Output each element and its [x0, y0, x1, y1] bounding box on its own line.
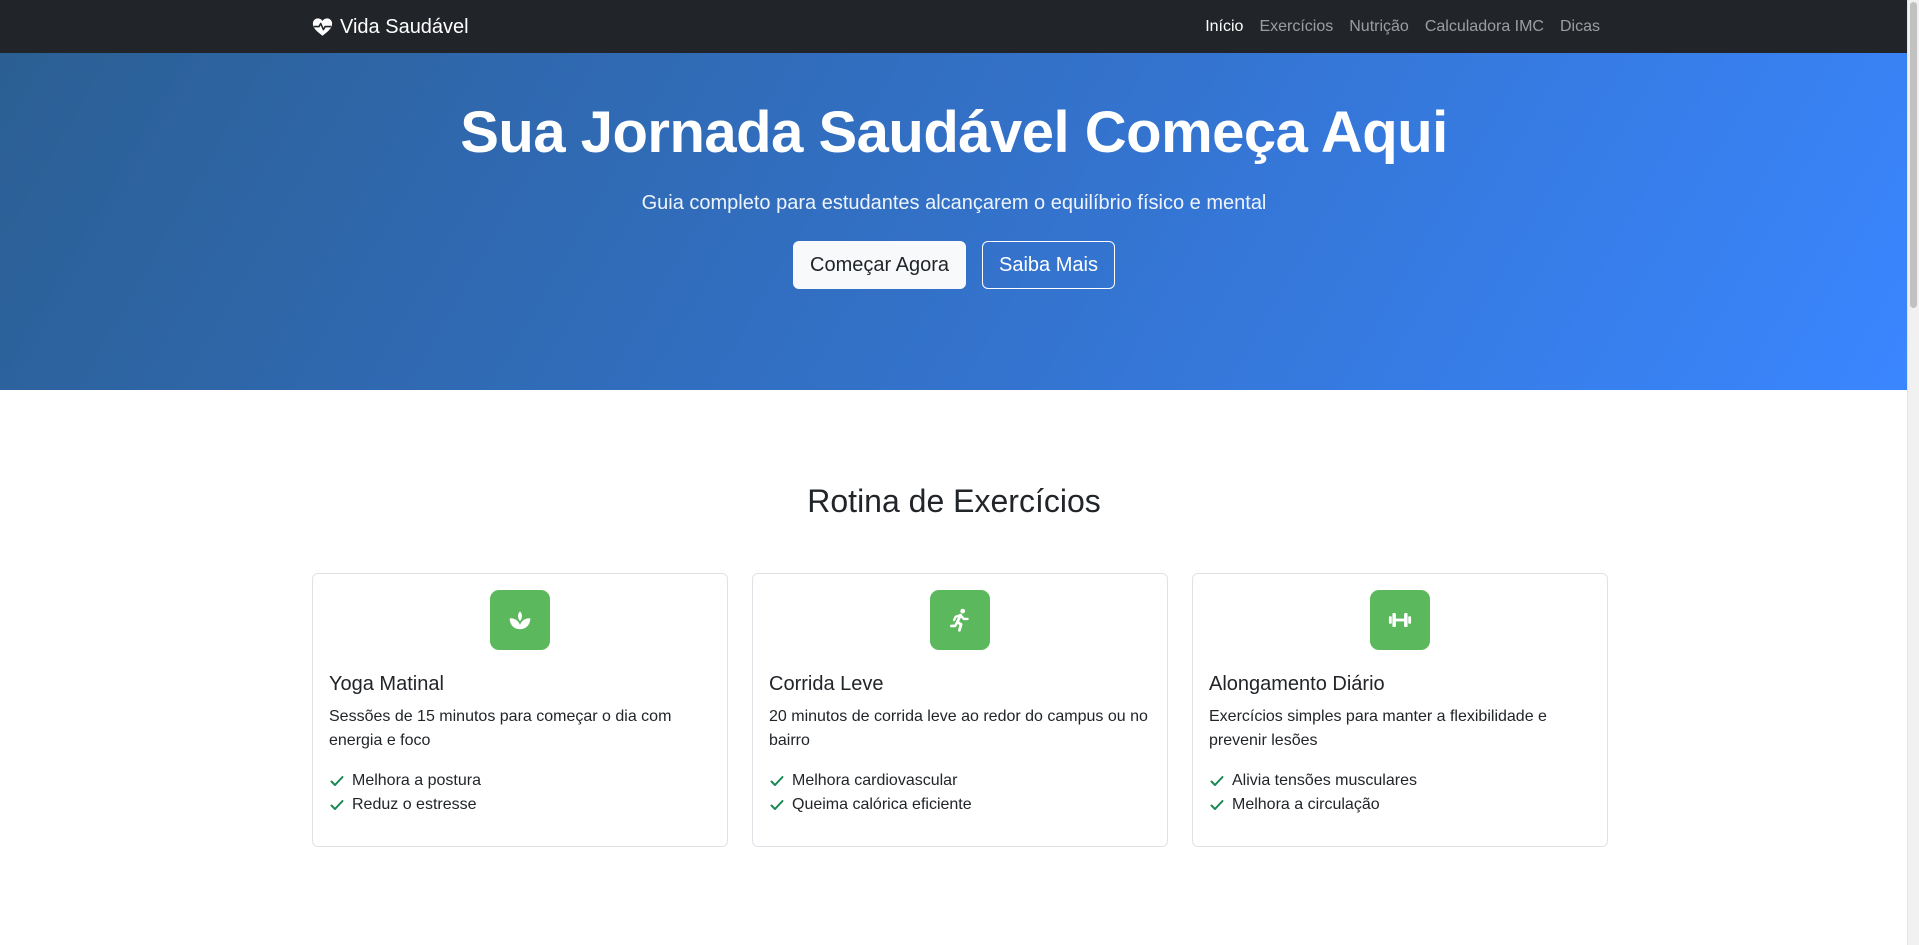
benefit-list: Melhora cardiovascular Queima calórica e…	[769, 769, 1151, 817]
navbar: Vida Saudável Início Exercícios Nutrição…	[0, 0, 1908, 53]
card-icon-container	[490, 590, 550, 650]
benefit-list: Melhora a postura Reduz o estresse	[329, 769, 711, 817]
benefit-item: Alivia tensões musculares	[1209, 769, 1591, 793]
card-icon-container	[1370, 590, 1430, 650]
nav-link-inicio[interactable]: Início	[1205, 18, 1243, 36]
benefit-text: Melhora a postura	[352, 772, 481, 789]
check-icon	[330, 776, 344, 786]
page-scrollbar[interactable]	[1907, 0, 1919, 945]
benefit-text: Reduz o estresse	[352, 796, 477, 813]
exercises-section-title: Rotina de Exercícios	[807, 483, 1101, 519]
card-title: Yoga Matinal	[329, 673, 444, 695]
page: Vida Saudável Início Exercícios Nutrição…	[0, 0, 1908, 945]
nav-link-nutricao[interactable]: Nutrição	[1349, 18, 1409, 36]
hero-title: Sua Jornada Saudável Começa Aqui	[460, 100, 1448, 165]
brand-link[interactable]: Vida Saudável	[312, 13, 469, 41]
benefit-text: Melhora cardiovascular	[792, 772, 958, 789]
check-icon	[770, 776, 784, 786]
benefit-item: Melhora a circulação	[1209, 793, 1591, 817]
benefit-item: Melhora a postura	[329, 769, 711, 793]
brand-name: Vida Saudável	[340, 15, 469, 38]
check-icon	[330, 800, 344, 810]
hero-buttons: Começar Agora Saiba Mais	[0, 241, 1908, 289]
benefit-item: Reduz o estresse	[329, 793, 711, 817]
start-now-button[interactable]: Começar Agora	[793, 241, 967, 289]
nav-menu: Início Exercícios Nutrição Calculadora I…	[1205, 0, 1600, 53]
lotus-icon	[509, 611, 531, 630]
exercise-cards: Yoga Matinal Sessões de 15 minutos para …	[312, 573, 1608, 847]
check-icon	[770, 800, 784, 810]
exercise-card-alongamento: Alongamento Diário Exercícios simples pa…	[1192, 573, 1608, 847]
nav-link-calculadora-imc[interactable]: Calculadora IMC	[1425, 18, 1544, 36]
card-title: Corrida Leve	[769, 673, 884, 695]
card-description: 20 minutos de corrida leve ao redor do c…	[769, 708, 1148, 749]
check-icon	[1210, 800, 1224, 810]
learn-more-button[interactable]: Saiba Mais	[982, 241, 1115, 289]
benefit-item: Queima calórica eficiente	[769, 793, 1151, 817]
benefit-list: Alivia tensões musculares Melhora a circ…	[1209, 769, 1591, 817]
exercise-card-corrida: Corrida Leve 20 minutos de corrida leve …	[752, 573, 1168, 847]
card-description: Exercícios simples para manter a flexibi…	[1209, 708, 1547, 749]
benefit-text: Alivia tensões musculares	[1232, 772, 1417, 789]
nav-link-dicas[interactable]: Dicas	[1560, 18, 1600, 36]
exercise-card-yoga: Yoga Matinal Sessões de 15 minutos para …	[312, 573, 728, 847]
heart-pulse-icon	[312, 18, 333, 36]
nav-link-exercicios[interactable]: Exercícios	[1259, 18, 1333, 36]
card-title: Alongamento Diário	[1209, 673, 1385, 695]
running-person-icon	[950, 608, 969, 632]
card-description: Sessões de 15 minutos para começar o dia…	[329, 708, 672, 749]
card-icon-container	[930, 590, 990, 650]
benefit-item: Melhora cardiovascular	[769, 769, 1151, 793]
scrollbar-thumb[interactable]	[1910, 2, 1917, 308]
hero-section: Sua Jornada Saudável Começa Aqui Guia co…	[0, 53, 1908, 390]
benefit-text: Melhora a circulação	[1232, 796, 1380, 813]
benefit-text: Queima calórica eficiente	[792, 796, 972, 813]
check-icon	[1210, 776, 1224, 786]
dumbbell-icon	[1388, 612, 1412, 628]
hero-subtitle: Guia completo para estudantes alcançarem…	[641, 192, 1267, 214]
